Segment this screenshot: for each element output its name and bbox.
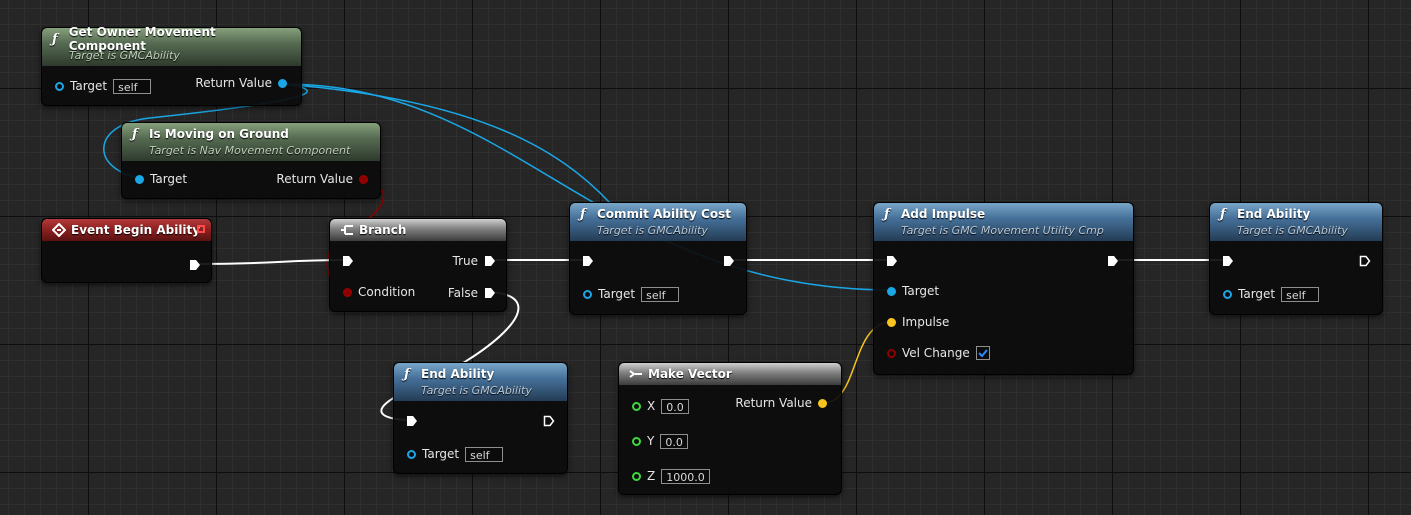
- node-event-begin-ability[interactable]: Event Begin Ability: [41, 218, 212, 283]
- target-label: Target: [598, 287, 636, 301]
- target-pin-icon[interactable]: [55, 81, 64, 91]
- function-icon: ƒ: [1220, 206, 1226, 222]
- target-pin-icon[interactable]: [407, 449, 416, 459]
- delegate-pin-icon[interactable]: [197, 225, 205, 233]
- return-value-label: Return Value: [735, 396, 812, 410]
- node-title: Event Begin Ability: [71, 223, 201, 237]
- false-label: False: [447, 286, 478, 300]
- exec-out-pin-icon[interactable]: [1107, 255, 1119, 267]
- return-value-label: Return Value: [195, 76, 272, 90]
- target-value-field[interactable]: self: [641, 286, 680, 302]
- x-pin-icon[interactable]: [632, 401, 641, 411]
- node-title: End Ability: [421, 367, 495, 381]
- target-pin-icon[interactable]: [583, 289, 592, 299]
- function-icon: ƒ: [132, 126, 138, 142]
- target-label: Target: [422, 447, 460, 461]
- z-value-field[interactable]: 1000.0: [661, 468, 710, 484]
- exec-false-pin-icon[interactable]: [484, 287, 496, 299]
- exec-in-pin-icon[interactable]: [582, 255, 594, 267]
- x-label: X: [647, 399, 656, 413]
- function-icon: ƒ: [580, 206, 586, 222]
- node-header: ƒ End Ability Target is GMCAbility: [1210, 203, 1382, 241]
- node-header: Event Begin Ability: [42, 219, 211, 241]
- true-label: True: [452, 254, 479, 268]
- node-title: Commit Ability Cost: [597, 207, 731, 221]
- node-header: ƒ Commit Ability Cost Target is GMCAbilit…: [570, 203, 746, 241]
- function-icon: ƒ: [404, 366, 410, 382]
- node-subtitle: Target is GMCAbility: [1237, 224, 1348, 237]
- node-title: Make Vector: [648, 367, 732, 381]
- make-struct-icon: [629, 370, 642, 378]
- target-value-field[interactable]: self: [113, 78, 152, 94]
- return-value-pin-icon[interactable]: [818, 398, 827, 408]
- target-label: Target: [1238, 287, 1276, 301]
- target-label: Target: [902, 284, 940, 298]
- impulse-label: Impulse: [902, 315, 950, 329]
- node-header: ƒ Add Impulse Target is GMC Movement Util…: [874, 203, 1133, 241]
- node-get-owner-movement-component[interactable]: ƒ Get Owner Movement Component Target is …: [41, 25, 302, 106]
- node-title: Branch: [359, 223, 407, 237]
- node-header: ƒ Get Owner Movement Component Target is …: [42, 25, 301, 66]
- target-value-field[interactable]: self: [465, 446, 504, 462]
- vel-change-checkbox[interactable]: [975, 346, 990, 360]
- target-pin-icon[interactable]: [1223, 289, 1232, 299]
- exec-out-pin-icon[interactable]: [189, 259, 201, 271]
- node-title: Is Moving on Ground: [149, 127, 289, 141]
- exec-true-pin-icon[interactable]: [484, 255, 496, 267]
- exec-in-pin-icon[interactable]: [1222, 255, 1234, 267]
- return-value-pin-icon[interactable]: [359, 174, 368, 184]
- node-header: ƒ Is Moving on Ground Target is Nav Movem…: [122, 123, 380, 161]
- branch-icon: [341, 225, 353, 235]
- node-branch[interactable]: Branch True Condition False: [329, 218, 507, 312]
- node-subtitle: Target is Nav Movement Component: [149, 144, 351, 157]
- target-label: Target: [70, 79, 108, 93]
- exec-in-pin-icon[interactable]: [886, 255, 898, 267]
- node-add-impulse[interactable]: ƒ Add Impulse Target is GMC Movement Util…: [873, 202, 1134, 375]
- node-title: End Ability: [1237, 207, 1311, 221]
- node-make-vector[interactable]: Make Vector X 0.0 Y 0.0 Z 1000.0 Return …: [618, 362, 842, 495]
- node-title: Add Impulse: [901, 207, 986, 221]
- impulse-pin-icon[interactable]: [887, 317, 896, 327]
- y-label: Y: [647, 434, 655, 448]
- target-value-field[interactable]: self: [1281, 286, 1320, 302]
- return-value-pin-icon[interactable]: [278, 78, 287, 88]
- node-end-ability-right[interactable]: ƒ End Ability Target is GMCAbility Target…: [1209, 202, 1383, 315]
- condition-label: Condition: [358, 285, 416, 299]
- vel-change-pin-icon[interactable]: [887, 348, 896, 358]
- target-pin-icon[interactable]: [887, 286, 896, 296]
- x-value-field[interactable]: 0.0: [661, 398, 689, 414]
- target-label: Target: [150, 172, 188, 186]
- z-label: Z: [647, 469, 656, 483]
- return-value-label: Return Value: [276, 172, 353, 186]
- function-icon: ƒ: [52, 31, 58, 47]
- node-header: Make Vector: [619, 363, 841, 385]
- node-is-moving-on-ground[interactable]: ƒ Is Moving on Ground Target is Nav Movem…: [121, 122, 381, 199]
- exec-out-pin-icon[interactable]: [723, 255, 735, 267]
- checkmark-icon: [978, 349, 988, 358]
- node-header: ƒ End Ability Target is GMCAbility: [394, 363, 567, 401]
- exec-in-pin-icon[interactable]: [342, 255, 354, 267]
- wire-event-to-branch: [197, 259, 349, 265]
- node-subtitle: Target is GMC Movement Utility Cmp: [901, 224, 1104, 237]
- exec-out-pin-icon[interactable]: [1359, 255, 1371, 267]
- node-header: Branch: [330, 219, 506, 241]
- z-pin-icon[interactable]: [632, 471, 641, 481]
- exec-in-pin-icon[interactable]: [406, 415, 418, 427]
- node-commit-ability-cost[interactable]: ƒ Commit Ability Cost Target is GMCAbilit…: [569, 202, 747, 315]
- vel-change-label: Vel Change: [902, 346, 970, 360]
- exec-out-pin-icon[interactable]: [543, 415, 555, 427]
- node-subtitle: Target is GMCAbility: [421, 384, 532, 397]
- y-pin-icon[interactable]: [632, 436, 641, 446]
- y-value-field[interactable]: 0.0: [660, 433, 688, 449]
- condition-pin-icon[interactable]: [343, 287, 352, 297]
- target-pin-icon[interactable]: [135, 174, 144, 184]
- node-end-ability-bottom[interactable]: ƒ End Ability Target is GMCAbility Target…: [393, 362, 568, 474]
- function-icon: ƒ: [884, 206, 890, 222]
- node-subtitle: Target is GMCAbility: [597, 224, 708, 237]
- event-icon: [52, 223, 66, 237]
